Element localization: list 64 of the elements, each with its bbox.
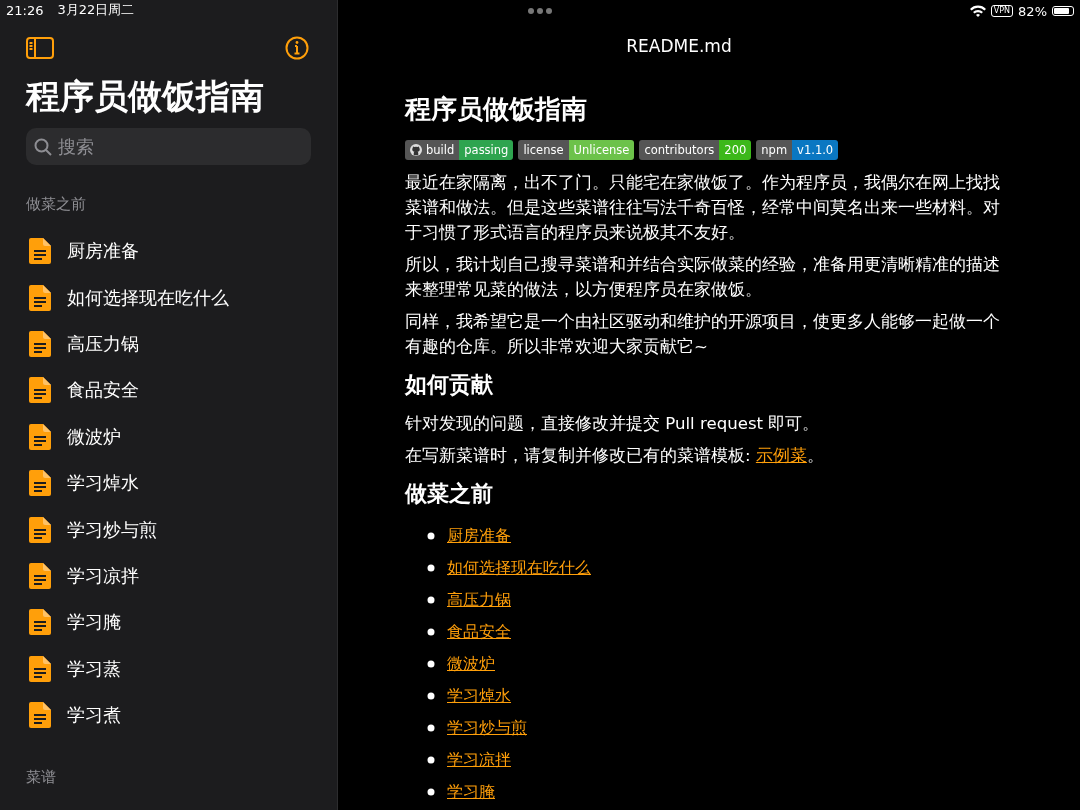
vpn-indicator: VPN [990,5,1014,17]
document-icon [29,284,51,311]
recipe-link[interactable]: 学习炒与煎 [447,717,527,739]
document-icon [29,562,51,589]
battery-icon [1052,6,1074,16]
document-icon [29,423,51,450]
status-time: 21:26 [6,2,44,18]
sidebar-item[interactable]: 厨房准备 [26,228,311,275]
recipe-link[interactable]: 学习腌 [447,781,495,803]
paragraph: 所以，我计划自己搜寻菜谱和并结合实际做菜的经验，准备用更清晰精准的描述来整理常见菜的做法，以方便程序员在家做饭。 [405,254,1001,301]
sidebar-item[interactable]: 学习腌 [26,599,311,646]
status-date: 3月22日周二 [57,1,135,19]
document-icon [29,655,51,682]
file-title: README.md [625,36,733,56]
recipe-link[interactable]: 厨房准备 [447,525,511,547]
recipe-link[interactable]: 高压力锅 [447,589,511,611]
sidebar-item[interactable]: 学习焯水 [26,459,311,507]
recipe-link[interactable]: 如何选择现在吃什么 [447,557,591,579]
multitasking-dots-icon[interactable] [528,8,552,14]
sidebar-item[interactable]: 学习炒与煎 [26,506,311,553]
sidebar-item[interactable]: 学习煮 [26,691,311,739]
sidebar-toggle-icon[interactable] [26,37,54,59]
section-heading: 做菜之前 [405,480,494,508]
wifi-icon [969,5,986,17]
example-link[interactable]: 示例菜 [755,446,807,465]
document-icon [29,238,51,265]
document-icon [29,470,51,497]
bullet-icon [427,532,435,540]
search-field[interactable]: 搜索 [26,128,311,165]
recipe-link[interactable]: 学习焯水 [447,685,511,707]
info-icon[interactable] [285,36,309,60]
section-heading: 做菜之前 [26,195,87,214]
sidebar-item[interactable]: 学习凉拌 [26,552,311,600]
paragraph: 针对发现的问题，直接修改并提交 Pull request 即可。 [405,413,821,435]
recipe-link[interactable]: 微波炉 [447,653,495,675]
sidebar-title: 程序员做饭指南 [26,75,265,118]
battery-percent: 82% [1018,3,1047,19]
bullet-icon [427,788,435,796]
search-icon [34,138,52,156]
bullet-icon [427,724,435,732]
bullet-icon [427,628,435,636]
paragraph: 最近在家隔离，出不了门。只能宅在家做饭了。作为程序员，我偶尔在网上找找菜谱和做法。但是这些菜谱往往写法千奇百怪，经常中间莫名出来一些材料。对于习惯了形式语言的程序员来说极其不友好。 [405,172,1001,244]
document-icon [29,702,51,729]
sidebar-item[interactable]: 微波炉 [26,413,311,460]
paragraph: 同样，我希望它是一个由社区驱动和维护的开源项目，使更多人能够一起做一个有趣的仓库。所以非常欢迎大家贡献它~ [405,311,1001,358]
sidebar-item[interactable]: 如何选择现在吃什么 [26,274,311,321]
document-icon [29,330,51,357]
bullet-icon [427,564,435,572]
document-icon [29,516,51,543]
bullet-icon [427,756,435,764]
sidebar-item[interactable]: 高压力锅 [26,320,311,368]
section-heading: 如何贡献 [405,371,494,399]
bullet-icon [427,692,435,700]
document-title: 程序员做饭指南 [405,93,588,126]
bullet-icon [427,660,435,668]
recipe-link[interactable]: 学习凉拌 [447,749,511,771]
recipe-link[interactable]: 食品安全 [447,621,511,643]
paragraph: 在写新菜谱时，请复制并修改已有的菜谱模板: 示例菜。 [405,445,825,467]
document-icon [29,609,51,636]
sidebar-item[interactable]: 学习蒸 [26,645,311,692]
section-heading: 菜谱 [26,768,57,788]
sidebar-item[interactable]: 食品安全 [26,367,311,414]
bullet-icon [427,596,435,604]
document-icon [29,377,51,404]
